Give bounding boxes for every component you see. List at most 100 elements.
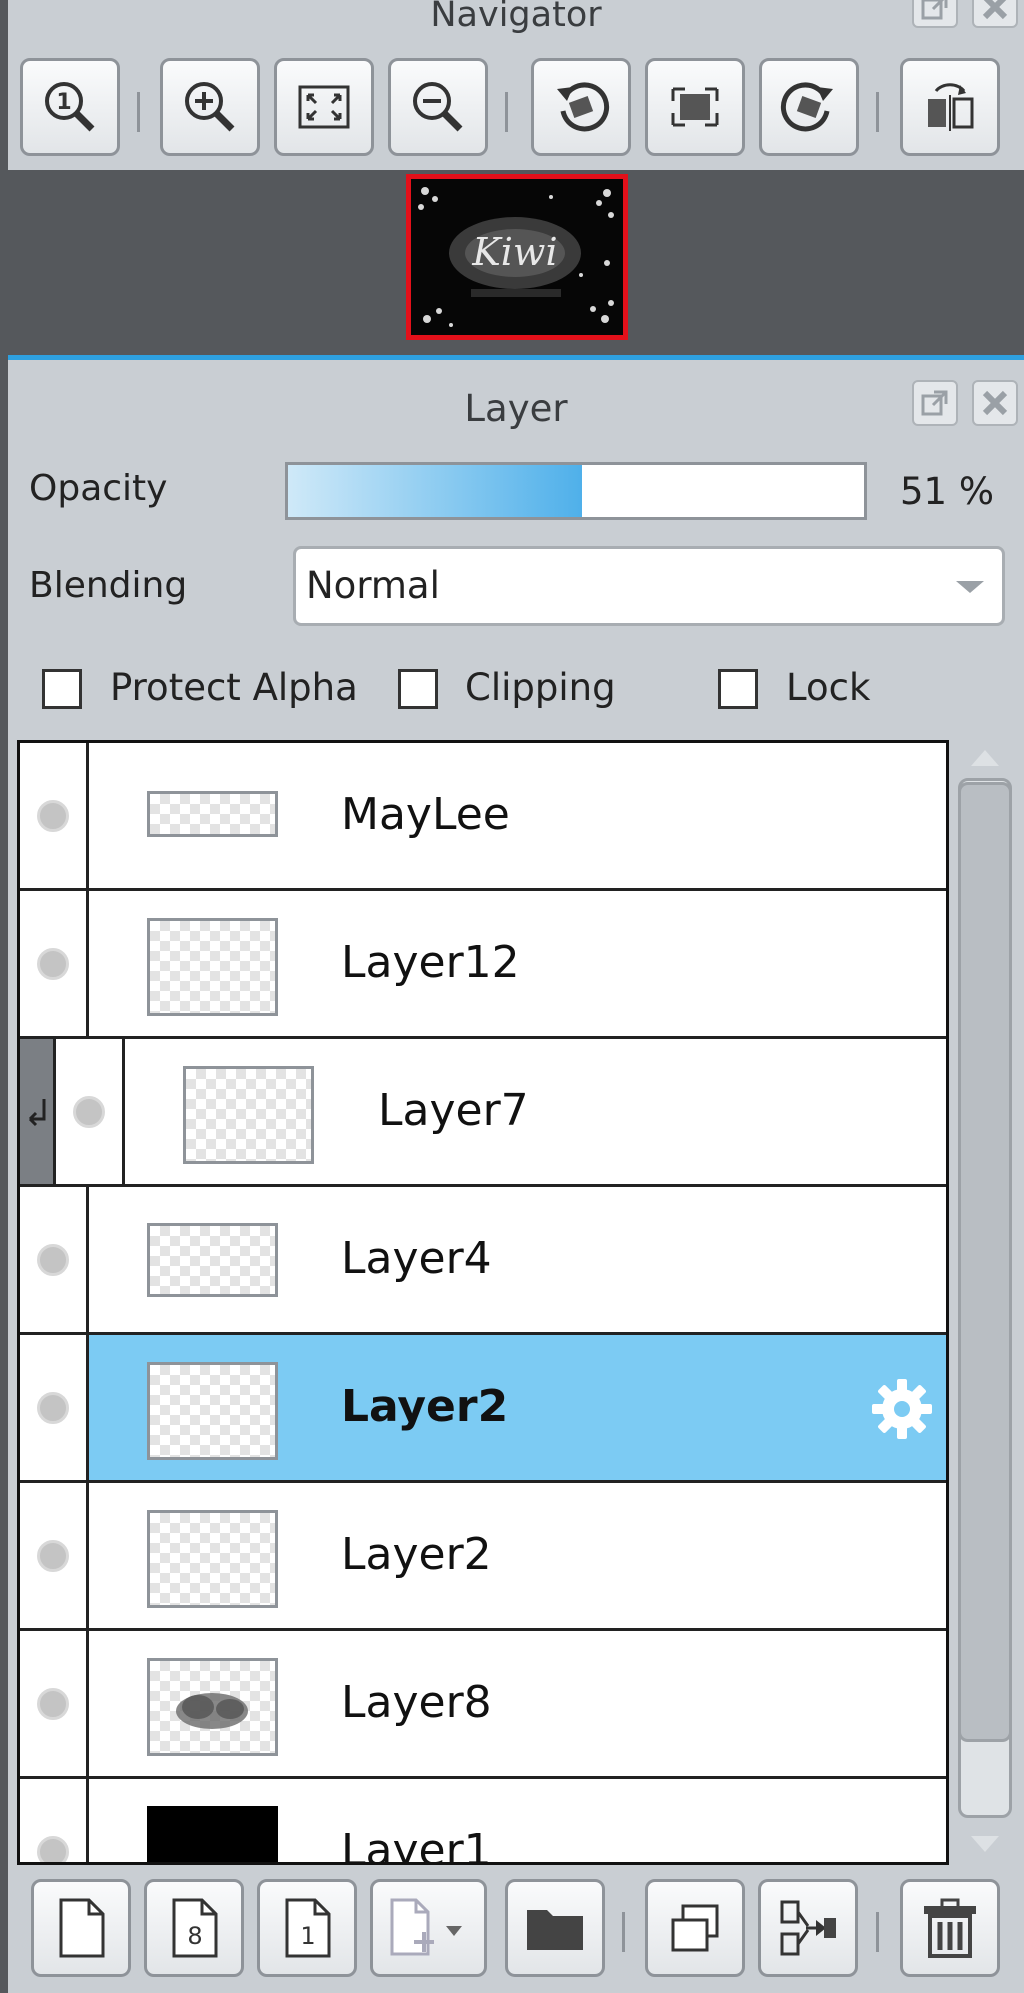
opacity-slider-fill [288,465,582,517]
new-folder-icon [527,1910,583,1950]
layer-name: Layer1 [341,1825,492,1865]
chevron-down-icon [956,581,984,593]
layer-name: Layer8 [341,1677,492,1728]
clipping-indicator [20,1039,56,1184]
clipping-arrow-icon [28,1099,46,1127]
toolbar-separator [876,1912,879,1952]
layer-row[interactable]: Layer4 [20,1187,946,1335]
navigator-title: Navigator [430,0,602,35]
flip-horizontal-button[interactable] [900,58,1000,156]
new-1bit-layer-button[interactable]: 1 [257,1879,357,1977]
svg-text:1: 1 [56,90,71,115]
layer-close-button[interactable] [972,380,1018,426]
opacity-slider[interactable] [285,462,867,520]
zoom-in-button[interactable] [160,58,260,156]
navigator-preview[interactable]: Kiwi [8,170,1024,355]
canvas-preview-image: Kiwi [411,179,623,335]
layer-thumbnail [147,918,278,1016]
layer-row[interactable]: Layer12 [20,891,946,1039]
layer-list-scrollbar[interactable] [954,738,1016,1868]
layer-panel: Layer Opacity 51 % Blending Normal Prote… [8,355,1024,1993]
duplicate-layer-icon [671,1904,719,1952]
layer-thumbnail [147,1223,278,1297]
layer-row[interactable]: MayLee [20,743,946,891]
layer-thumbnail [147,791,278,837]
layer-thumbnail [147,1510,278,1608]
visibility-toggle[interactable] [20,1631,89,1776]
opacity-label: Opacity [29,468,168,509]
new-8bit-layer-icon: 8 [172,1898,218,1958]
layer-name: MayLee [341,789,510,840]
reset-rotation-button[interactable] [645,58,745,156]
layer-bottom-toolbar: 8 1 [8,1870,1024,1990]
blending-select-value: Normal [306,564,440,607]
fit-to-window-icon [298,85,350,129]
rotate-right-button[interactable] [759,58,859,156]
visibility-icon [37,1540,69,1572]
layer-thumbnail [147,1806,278,1862]
toolbar-separator [622,1912,625,1952]
layer-thumbnail-content [176,1693,248,1729]
protect-alpha-label: Protect Alpha [110,666,358,709]
canvas-thumbnail[interactable]: Kiwi [406,174,628,340]
rotate-left-button[interactable] [531,58,631,156]
visibility-toggle[interactable] [20,1483,89,1628]
new-8bit-layer-button[interactable]: 8 [144,1879,244,1977]
visibility-toggle[interactable] [56,1039,125,1184]
visibility-toggle[interactable] [20,891,89,1036]
layer-row-selected[interactable]: Layer2 [20,1335,946,1483]
protect-alpha-checkbox[interactable] [42,669,82,709]
layer-name: Layer7 [378,1085,529,1136]
svg-text:Kiwi: Kiwi [471,230,557,274]
lock-label: Lock [786,666,871,709]
layer-name: Layer4 [341,1233,492,1284]
visibility-toggle[interactable] [20,743,89,888]
blending-select[interactable]: Normal [293,546,1005,626]
detach-icon [921,0,948,20]
layer-detach-button[interactable] [912,380,958,426]
new-folder-button[interactable] [505,1879,605,1977]
visibility-icon [37,1688,69,1720]
blending-label: Blending [29,565,188,606]
opacity-value: 51 % [900,470,994,513]
toolbar-separator [876,92,879,132]
zoom-out-button[interactable] [388,58,488,156]
add-layer-menu-button[interactable] [370,1879,487,1977]
close-icon [982,0,1008,20]
fit-window-button[interactable] [274,58,374,156]
layer-list: MayLee Layer12 Layer7 Layer4 Layer2 Laye… [17,740,949,1865]
lock-checkbox[interactable] [718,669,758,709]
scroll-down-icon[interactable] [971,1836,999,1852]
new-layer-icon [59,1898,105,1958]
layer-row[interactable]: Layer1 [20,1779,946,1865]
visibility-icon [73,1096,105,1128]
close-icon [982,390,1008,416]
detach-icon [921,390,948,416]
scroll-up-icon[interactable] [971,750,999,766]
navigator-detach-button[interactable] [912,0,958,28]
scrollbar-thumb[interactable] [958,782,1012,1742]
visibility-icon [37,1392,69,1424]
delete-layer-button[interactable] [900,1879,1000,1977]
clipping-label: Clipping [465,666,616,709]
svg-text:1: 1 [300,1922,315,1950]
actual-size-button[interactable]: 1 [20,58,120,156]
rotate-right-icon [780,82,833,132]
layer-thumbnail [183,1066,314,1164]
duplicate-layer-button[interactable] [645,1879,745,1977]
layer-row[interactable]: Layer8 [20,1631,946,1779]
navigator-close-button[interactable] [972,0,1018,28]
merge-down-button[interactable] [758,1879,858,1977]
new-layer-button[interactable] [31,1879,131,1977]
clipping-checkbox[interactable] [398,669,438,709]
layer-row-clipped[interactable]: Layer7 [20,1039,946,1187]
layer-name: Layer2 [341,1381,509,1432]
visibility-toggle[interactable] [20,1335,89,1480]
flip-horizontal-icon [928,83,974,131]
visibility-toggle[interactable] [20,1779,89,1862]
visibility-toggle[interactable] [20,1187,89,1332]
zoom-in-icon [185,82,235,132]
layer-row[interactable]: Layer2 [20,1483,946,1631]
left-edge [0,0,8,1993]
layer-settings-gear-icon[interactable] [868,1375,936,1443]
